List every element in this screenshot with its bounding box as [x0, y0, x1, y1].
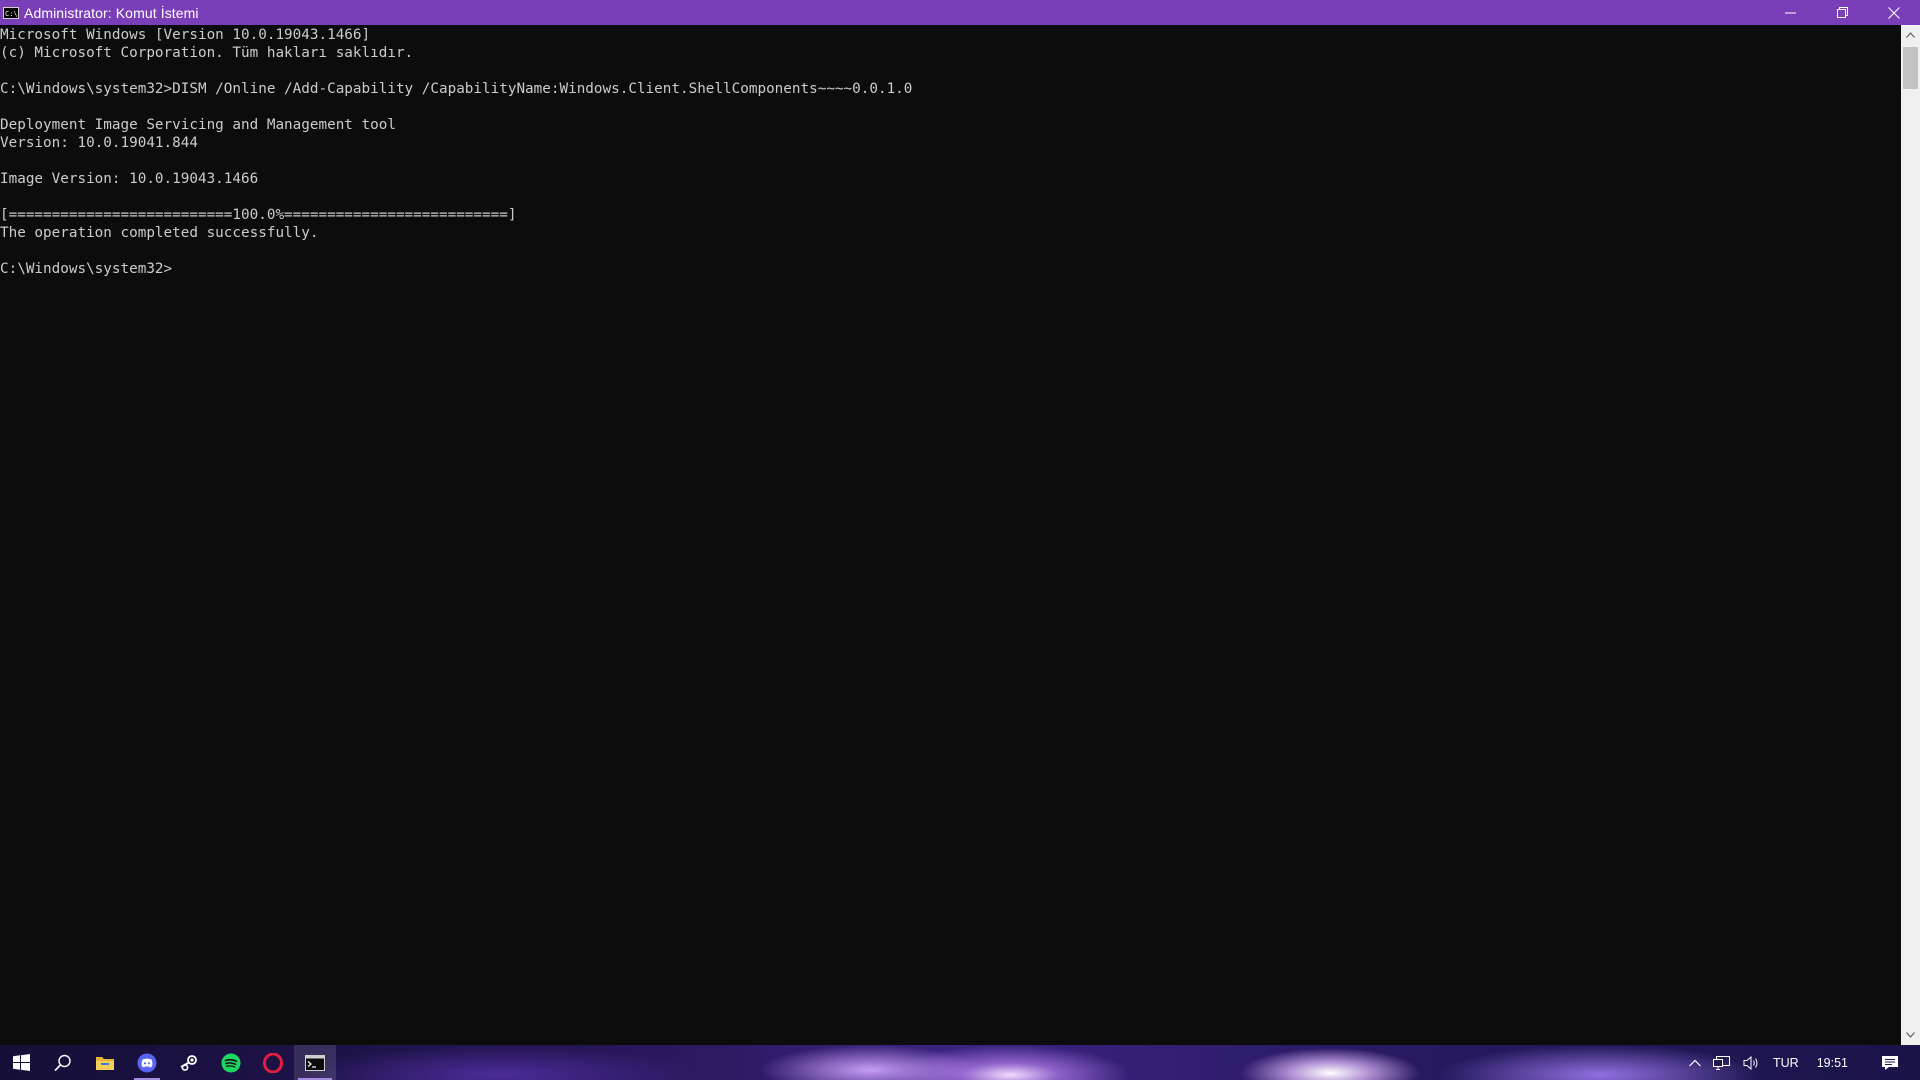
discord-button[interactable]: [126, 1045, 168, 1080]
terminal-icon: [305, 1054, 325, 1071]
windows-logo-icon: [12, 1054, 30, 1071]
chevron-up-icon: [1689, 1059, 1701, 1066]
command-prompt-window: C:\ Administrator: Komut İstemi Microsof…: [0, 0, 1920, 1045]
console-line: Microsoft Windows [Version 10.0.19043.14…: [0, 27, 371, 43]
console-line: The operation completed successfully.: [0, 225, 319, 241]
system-tray: TUR 19:51: [1683, 1045, 1920, 1080]
console-prompt-line[interactable]: C:\Windows\system32>: [0, 260, 1900, 278]
close-icon: [1888, 6, 1900, 19]
command-prompt-button[interactable]: [294, 1045, 336, 1080]
scroll-down-button[interactable]: [1901, 1025, 1920, 1045]
search-button[interactable]: [42, 1045, 84, 1080]
taskbar: [0, 1045, 1920, 1080]
start-button[interactable]: [0, 1045, 42, 1080]
folder-icon: [96, 1056, 114, 1070]
console-line: Deployment Image Servicing and Managemen…: [0, 117, 396, 133]
show-more-icons-button[interactable]: [1683, 1045, 1707, 1080]
restore-button[interactable]: [1816, 0, 1868, 25]
opera-icon: [263, 1052, 283, 1073]
scroll-up-button[interactable]: [1901, 25, 1920, 45]
file-explorer-button[interactable]: [84, 1045, 126, 1080]
console-line: (c) Microsoft Corporation. Tüm hakları s…: [0, 45, 414, 61]
console-line: Image Version: 10.0.19043.1466: [0, 171, 259, 187]
minimize-icon: [1784, 12, 1796, 14]
speaker-icon: [1743, 1055, 1758, 1070]
clock[interactable]: 19:51: [1805, 1045, 1860, 1080]
title-bar[interactable]: C:\ Administrator: Komut İstemi: [0, 0, 1920, 25]
discord-icon: [137, 1053, 157, 1072]
window-title: Administrator: Komut İstemi: [24, 4, 199, 21]
search-icon: [54, 1054, 71, 1071]
network-button[interactable]: [1707, 1045, 1737, 1080]
minimize-button[interactable]: [1764, 0, 1816, 25]
close-button[interactable]: [1868, 0, 1920, 25]
language-indicator[interactable]: TUR: [1767, 1045, 1805, 1080]
console-line: [==========================100.0%=======…: [0, 207, 517, 223]
scroll-thumb[interactable]: [1903, 47, 1918, 89]
chevron-up-icon: [1906, 32, 1915, 38]
spotify-icon: [221, 1053, 241, 1072]
volume-button[interactable]: [1737, 1045, 1767, 1080]
command-prompt-icon[interactable]: C:\: [3, 6, 19, 19]
console-output[interactable]: Microsoft Windows [Version 10.0.19043.14…: [0, 25, 1900, 1045]
console-line: Version: 10.0.19041.844: [0, 135, 198, 151]
network-icon: [1713, 1055, 1731, 1070]
console-line: C:\Windows\system32>DISM /Online /Add-Ca…: [0, 81, 913, 97]
vertical-scrollbar[interactable]: [1901, 25, 1920, 1045]
steam-button[interactable]: [168, 1045, 210, 1080]
opera-button[interactable]: [252, 1045, 294, 1080]
chevron-down-icon: [1906, 1032, 1915, 1038]
steam-icon: [180, 1054, 197, 1071]
action-center-button[interactable]: [1860, 1045, 1920, 1080]
notification-icon: [1882, 1055, 1898, 1070]
window-controls: [1764, 0, 1920, 25]
restore-icon: [1836, 7, 1848, 18]
spotify-button[interactable]: [210, 1045, 252, 1080]
